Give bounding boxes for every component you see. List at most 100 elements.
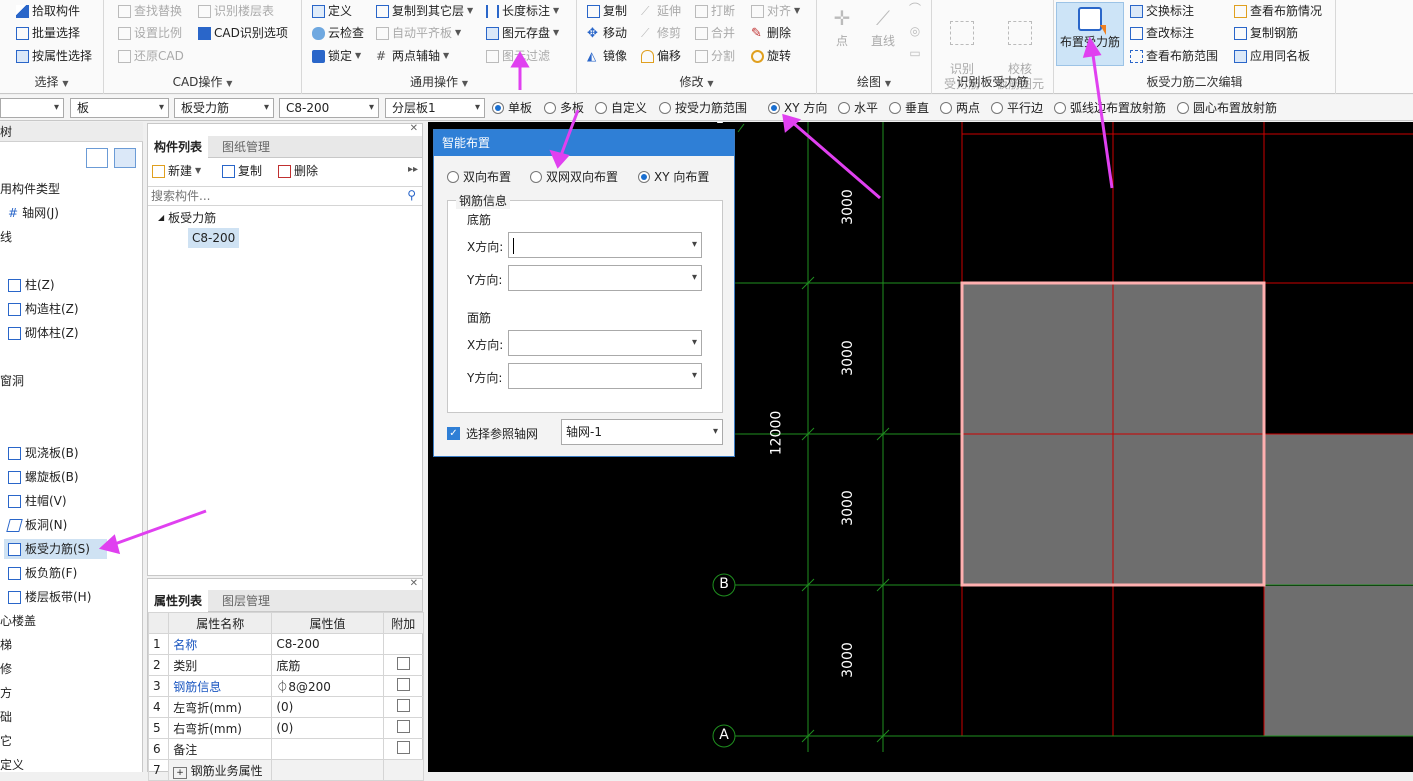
panel-close-icon[interactable]: ✕ [410,123,418,134]
nav-item-constructional-column[interactable]: 构造柱(Z) [8,299,79,319]
table-row[interactable]: 6 备注 [147,738,425,760]
nav-item-masonry-column[interactable]: 砌体柱(Z) [8,323,79,343]
table-row[interactable]: 1 名称 C8-200 [147,633,425,655]
circle-tool-icon[interactable]: ◎ [905,24,925,40]
table-row[interactable]: 4 左弯折(mm) (0) [147,696,425,718]
expand-icon[interactable]: + [173,766,187,779]
nav-item[interactable]: 定义 [0,755,24,775]
category-select[interactable]: 板 [70,98,169,118]
tab-component-list[interactable]: 构件列表 [148,136,209,158]
copy-button[interactable]: 复制 [587,1,627,21]
select-by-property-button[interactable]: 按属性选择 [16,46,92,66]
recognize-floor-table-button[interactable]: 识别楼层表 [198,1,274,21]
nav-item[interactable]: 窗洞 [0,371,24,391]
nav-item-floor-strip[interactable]: 楼层板带(H) [8,587,91,607]
layer-select[interactable]: 分层板1 [385,98,485,118]
ribbon-group-label[interactable]: CAD操作 ▼ [104,73,301,90]
pick-component-button[interactable]: 拾取构件 [16,1,80,21]
table-row[interactable]: 7 + 钢筋业务属性 [147,759,425,781]
slab[interactable] [1264,434,1413,585]
vertical-radio[interactable]: 垂直 [889,99,929,116]
apply-same-slab-button[interactable]: 应用同名板 [1234,46,1310,66]
restore-cad-button[interactable]: 还原CAD [118,46,184,66]
nav-item-slab-rebar[interactable]: 板受力筋(S) [4,539,107,559]
center-radial-radio[interactable]: 圆心布置放射筋 [1177,99,1277,116]
set-scale-button[interactable]: 设置比例 [118,23,182,43]
ribbon-group-label[interactable]: 选择 ▼ [0,73,103,90]
nav-item[interactable]: 方 [0,683,12,703]
trim-button[interactable]: ⟋ 修剪 [641,23,681,43]
new-component-button[interactable]: 新建 ▼ [152,161,201,181]
dialog-title[interactable]: 智能布置 [434,130,734,156]
nav-item[interactable]: 修 [0,659,12,679]
by-rebar-range-radio[interactable]: 按受力筋范围 [659,99,747,116]
append-checkbox[interactable] [396,699,410,712]
list-view-icon[interactable] [86,148,108,168]
define-button[interactable]: 定义 [312,1,352,21]
arc-radial-radio[interactable]: 弧线边布置放射筋 [1054,99,1166,116]
view-rebar-status-button[interactable]: 查看布筋情况 [1234,1,1322,21]
cad-recognize-options-button[interactable]: CAD识别选项 [198,23,288,43]
copy-component-button[interactable]: 复制 [222,161,262,181]
batch-select-button[interactable]: 批量选择 [16,23,80,43]
panel-close-icon[interactable]: ✕ [410,578,418,589]
arc-tool-icon[interactable]: ⌒ [905,2,925,18]
ribbon-group-label[interactable]: 修改 ▼ [577,73,816,90]
rect-tool-icon[interactable]: ▭ [905,46,925,62]
ribbon-group-label[interactable]: 绘图 ▼ [817,73,931,90]
top-y-select[interactable] [508,363,702,389]
two-way-radio[interactable]: 双向布置 [447,168,511,185]
horizontal-radio[interactable]: 水平 [838,99,878,116]
nav-item[interactable]: 础 [0,707,12,727]
break-button[interactable]: 打断 [695,1,735,21]
table-row[interactable]: 5 右弯折(mm) (0) [147,717,425,739]
component-select[interactable]: C8-200 [279,98,379,118]
align-button[interactable]: 对齐 ▼ [751,1,800,21]
nav-item[interactable]: 线 [0,227,12,247]
two-net-two-way-radio[interactable]: 双网双向布置 [530,168,618,185]
append-checkbox[interactable] [396,720,410,733]
two-point-radio[interactable]: 两点 [940,99,980,116]
nav-item-column-cap[interactable]: 柱帽(V) [8,491,67,511]
nav-item[interactable]: 心楼盖 [0,611,36,631]
table-row[interactable]: 3 钢筋信息 ⏀8@200 [147,675,425,697]
lock-button[interactable]: 锁定 ▼ [312,46,361,66]
custom-radio[interactable]: 自定义 [595,99,647,116]
nav-item-column[interactable]: 柱(Z) [8,275,55,295]
find-replace-button[interactable]: 查找替换 [118,1,182,21]
edit-label-button[interactable]: 查改标注 [1130,23,1194,43]
recognize-rebar-button[interactable]: 识别 受力筋 [938,4,986,91]
check-rebar-button[interactable]: 校核 板筋图元 [990,4,1050,91]
slab[interactable] [1264,586,1413,736]
xy-layout-radio[interactable]: XY 向布置 [638,168,709,185]
tab-layer-management[interactable]: 图层管理 [216,590,276,612]
copy-to-other-floor-button[interactable]: 复制到其它层 ▼ [376,1,473,21]
floor-select[interactable] [0,98,64,118]
element-filter-button[interactable]: 图元过滤 [486,46,550,66]
nav-item-axis-grid[interactable]: # 轴网(J) [8,203,59,223]
merge-button[interactable]: 合并 [695,23,735,43]
nav-item[interactable]: 梯 [0,635,12,655]
table-row[interactable]: 2 类别 底筋 [147,654,425,676]
nav-item-slab-hole[interactable]: 板洞(N) [6,515,67,535]
point-button[interactable]: ✛ 点 [825,4,859,56]
nav-item-cast-slab[interactable]: 现浇板(B) [8,443,79,463]
toolbar-more-icon[interactable]: ▸▸ [408,164,418,175]
delete-button[interactable]: ✎ 删除 [751,23,791,43]
ribbon-group-label[interactable]: 通用操作 ▼ [302,73,576,90]
nav-item[interactable]: 它 [0,731,12,751]
auto-align-slab-button[interactable]: 自动平齐板 ▼ [376,23,461,43]
nav-item[interactable]: 用构件类型 [0,179,60,199]
save-element-button[interactable]: 图元存盘 ▼ [486,23,559,43]
nav-item-spiral-slab[interactable]: 螺旋板(B) [8,467,79,487]
view-rebar-range-button[interactable]: 查看布筋范围 [1130,46,1218,66]
grid-view-icon[interactable] [114,148,136,168]
tab-property-list[interactable]: 属性列表 [148,590,209,612]
parallel-edge-radio[interactable]: 平行边 [991,99,1043,116]
tree-root[interactable]: ◢ 板受力筋 [158,208,216,228]
nav-item-negative-rebar[interactable]: 板负筋(F) [8,563,77,583]
delete-component-button[interactable]: 删除 [278,161,318,181]
bottom-x-select[interactable] [508,232,702,258]
copy-rebar-button[interactable]: 复制钢筋 [1234,23,1298,43]
search-icon[interactable]: ⚲ [407,188,416,202]
